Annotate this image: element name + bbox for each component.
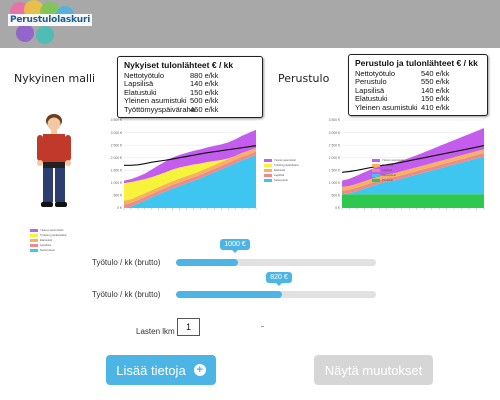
legend-label: Nettotyötulo [274, 178, 288, 182]
legend-label: Työttömyyspäiväraha [274, 163, 299, 167]
top-bar: Perustulolaskuri [0, 0, 500, 48]
legend-item: Nettotyötulo [30, 248, 125, 252]
left-outer-legend: Yleinen asumistuki Työttömyyspäiväraha E… [30, 228, 125, 253]
show-changes-label: Näytä muutokset [324, 362, 423, 378]
y-tick-label: 1 500 € [329, 168, 340, 172]
income-row: Yleinen asumistuki 410 e/kk [355, 102, 450, 112]
legend-swatch [372, 168, 380, 172]
legend-label: Nettotyötulo [382, 173, 396, 177]
legend-swatch [264, 163, 272, 167]
logo-circle-teal [36, 26, 54, 44]
legend-label: Perustulo [382, 178, 393, 182]
y-tick-label: 1 000 € [329, 181, 340, 185]
y-tick-label: 0 € [117, 206, 122, 210]
legend-label: Lapsilisä [274, 173, 285, 177]
right-inner-legend: Yleinen asumistuki Elatustuki Lapsilisä Net… [372, 158, 404, 183]
logo-text: Perustulolaskuri [8, 14, 93, 26]
work-income-slider-fill-2 [176, 291, 282, 298]
legend-swatch [372, 173, 380, 177]
y-tick-label: 2 500 € [329, 143, 340, 147]
y-tick-label: 3 000 € [111, 131, 122, 135]
work-income-slider-fill-1 [176, 259, 238, 266]
legend-item: Elatustuki [264, 168, 299, 172]
legend-swatch [372, 178, 380, 182]
current-income-title: Nykyiset tulonlähteet € / kk [124, 60, 234, 70]
children-count-label: Lasten lkm [136, 327, 175, 336]
legend-item: Yleinen asumistuki [372, 158, 404, 162]
area-series [342, 194, 484, 208]
left-inner-legend: Yleinen asumistuki Työttömyyspäiväraha Ela… [264, 158, 299, 183]
legend-label: Elatustuki [274, 168, 286, 172]
show-changes-button[interactable]: Näytä muutokset [314, 355, 433, 385]
legend-item: Nettotyötulo [372, 173, 404, 177]
legend-swatch [264, 158, 272, 162]
work-income-label-2: Työtulo / kk (brutto) [92, 290, 161, 299]
legend-item: Perustulo [372, 178, 404, 182]
income-row: Työttömyyspäiväraha 460 e/kk [124, 104, 219, 114]
legend-swatch [264, 168, 272, 172]
add-info-button[interactable]: Lisää tietoja + [106, 355, 216, 385]
add-info-label: Lisää tietoja [116, 362, 186, 378]
legend-swatch [264, 178, 272, 182]
legend-label: Elatustuki [382, 163, 394, 167]
legend-item: Lapsilisä [372, 168, 404, 172]
y-tick-label: 500 € [114, 194, 123, 198]
legend-item: Yleinen asumistuki [30, 228, 125, 232]
legend-label: Yleinen asumistuki [274, 158, 296, 162]
legend-item: Lapsilisä [264, 173, 299, 177]
y-tick-label: 1 500 € [111, 168, 122, 172]
y-tick-label: 500 € [332, 194, 341, 198]
legend-item: Elatustuki [30, 238, 125, 242]
legend-item: Elatustuki [372, 163, 404, 167]
y-tick-label: 3 500 € [111, 118, 122, 122]
legend-item: Lapsilisä [30, 243, 125, 247]
legend-swatch [264, 173, 272, 177]
basic-income-box: Perustulo ja tulonlähteet € / kk Nettoty… [348, 54, 488, 117]
app-logo[interactable]: Perustulolaskuri [2, 0, 93, 44]
legend-label: Yleinen asumistuki [382, 158, 404, 162]
legend-item: Nettotyötulo [264, 178, 299, 182]
y-tick-label: 2 500 € [111, 143, 122, 147]
divider-dot [261, 326, 264, 327]
legend-label: Lapsilisä [382, 168, 393, 172]
work-income-value-bubble-2: 820 € [266, 272, 292, 286]
y-tick-label: 0 € [335, 206, 340, 210]
work-income-value-bubble-1: 1000 € [220, 239, 250, 253]
work-income-label-1: Työtulo / kk (brutto) [92, 258, 161, 267]
y-tick-label: 2 000 € [111, 156, 122, 160]
logo-circle-purple [16, 24, 34, 42]
y-tick-label: 2 000 € [329, 156, 340, 160]
legend-swatch [372, 158, 380, 162]
plus-circle-icon: + [193, 364, 206, 376]
work-income-slider-1[interactable] [176, 259, 376, 266]
person-illustration [37, 114, 71, 207]
y-tick-label: 3 000 € [329, 131, 340, 135]
legend-item: Työttömyyspäiväraha [30, 233, 125, 237]
y-tick-label: 3 500 € [329, 118, 340, 122]
current-income-box: Nykyiset tulonlähteet € / kk Nettotyötul… [117, 56, 263, 119]
children-count-input[interactable]: 1 [177, 318, 200, 336]
legend-item: Yleinen asumistuki [264, 158, 299, 162]
basic-income-title: Perustulo ja tulonlähteet € / kk [355, 58, 478, 68]
legend-swatch [372, 163, 380, 167]
work-income-slider-2[interactable] [176, 291, 376, 298]
y-tick-label: 1 000 € [111, 181, 122, 185]
current-model-heading: Nykyinen malli [14, 72, 96, 85]
legend-item: Työttömyyspäiväraha [264, 163, 299, 167]
basic-income-heading: Perustulo [278, 72, 330, 85]
